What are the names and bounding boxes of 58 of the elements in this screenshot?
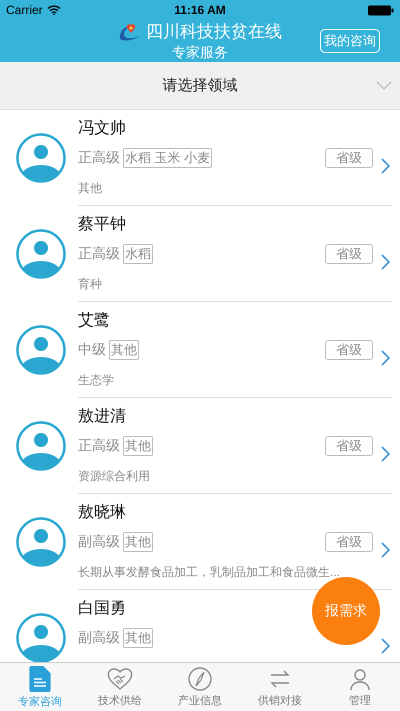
expert-rank: 正高级: [78, 149, 120, 167]
compass-icon: [188, 666, 212, 690]
field-tag: 其他: [123, 628, 153, 648]
carrier-label: Carrier: [6, 3, 43, 17]
document-icon: [29, 666, 51, 692]
field-tag: 水稻 玉米 小麦: [123, 148, 212, 168]
expert-name: 冯文帅: [78, 118, 126, 139]
expert-description: 生态学: [78, 372, 114, 389]
person-icon: [348, 666, 372, 690]
expert-name: 艾鹭: [78, 311, 110, 331]
expert-name: 蔡平钟: [78, 214, 126, 235]
expert-rank: 中级: [78, 341, 106, 359]
battery-icon: [368, 4, 394, 16]
expert-row[interactable]: 蔡平钟 正高级 水稻 省级 育种: [0, 206, 400, 302]
expert-rank: 副高级: [78, 533, 120, 551]
tab-item[interactable]: 产业信息: [160, 663, 240, 711]
avatar-icon: [16, 229, 66, 279]
page-subtitle: 专家服务: [172, 44, 228, 62]
tab-item[interactable]: 技术供给: [80, 663, 160, 711]
expert-description: 资源综合利用: [78, 468, 150, 485]
region-tag: 省级: [325, 244, 373, 264]
expert-row[interactable]: 敖进清 正高级 其他 省级 资源综合利用: [0, 398, 400, 494]
expert-rank: 正高级: [78, 245, 120, 263]
field-tag: 其他: [123, 532, 153, 552]
chevron-right-icon: [381, 350, 390, 366]
chevron-down-icon: [376, 81, 392, 90]
expert-row[interactable]: 冯文帅 正高级 水稻 玉米 小麦 省级 其他: [0, 110, 400, 206]
field-tag: 其他: [109, 340, 139, 360]
chevron-right-icon: [381, 542, 390, 558]
status-time: 11:16 AM: [174, 3, 226, 17]
field-filter-dropdown[interactable]: 请选择领域: [0, 62, 400, 110]
avatar-icon: [16, 325, 66, 375]
region-tag: 省级: [325, 340, 373, 360]
expert-rank: 副高级: [78, 629, 120, 647]
app-title: 四川科技扶贫在线: [146, 21, 282, 43]
handshake-icon: [107, 666, 133, 690]
expert-rank: 正高级: [78, 437, 120, 455]
avatar-icon: [16, 421, 66, 471]
chevron-right-icon: [381, 638, 390, 654]
expert-description: 其他: [78, 180, 102, 197]
wifi-icon: [46, 5, 61, 15]
chevron-right-icon: [381, 158, 390, 174]
avatar-icon: [16, 133, 66, 183]
tab-item[interactable]: 管理: [320, 663, 400, 711]
tab-item[interactable]: 供销对接: [240, 663, 320, 711]
chevron-right-icon: [381, 446, 390, 462]
expert-name: 敖晓琳: [78, 502, 126, 523]
expert-description: 育种: [78, 276, 102, 293]
avatar-icon: [16, 517, 66, 567]
field-tag: 其他: [123, 436, 153, 456]
chevron-right-icon: [381, 254, 390, 270]
region-tag: 省级: [325, 148, 373, 168]
region-tag: 省级: [325, 436, 373, 456]
field-tag: 水稻: [123, 244, 153, 264]
expert-row[interactable]: 艾鹭 中级 其他 省级 生态学: [0, 302, 400, 398]
region-tag: 省级: [325, 532, 373, 552]
expert-name: 敖进清: [78, 406, 126, 427]
expert-name: 白国勇: [78, 599, 126, 619]
